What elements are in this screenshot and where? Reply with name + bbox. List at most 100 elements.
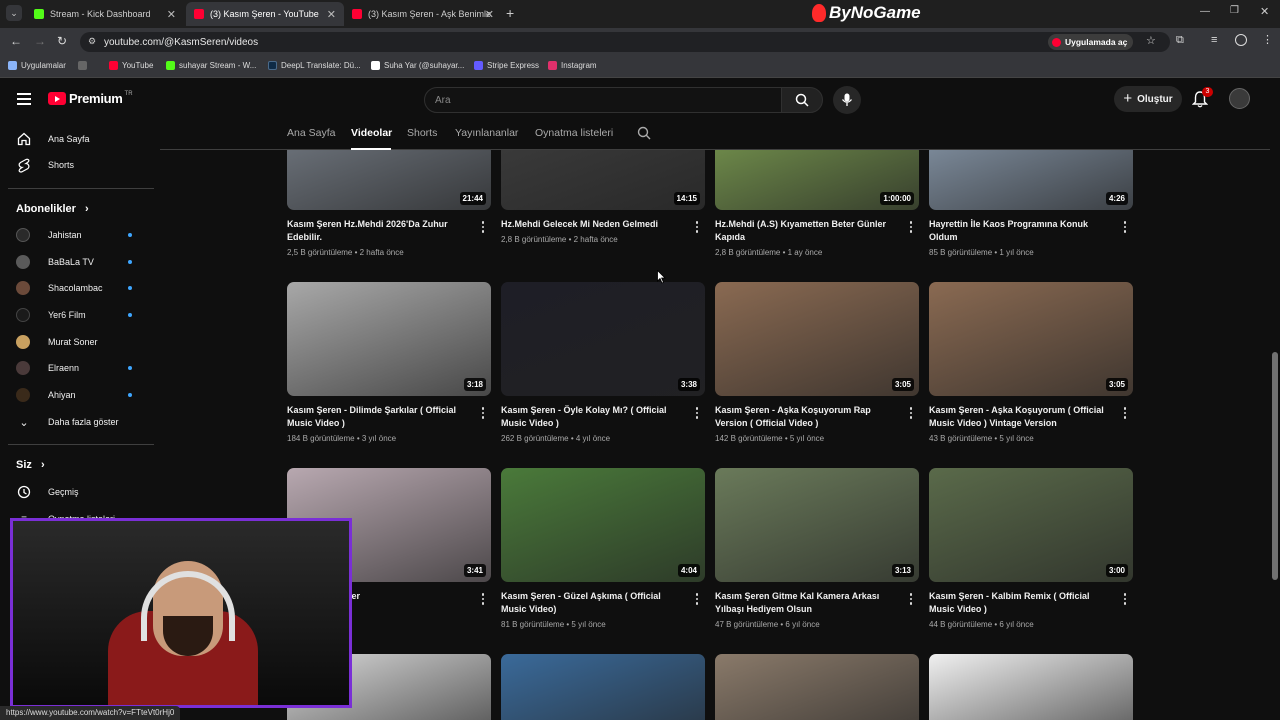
create-button[interactable]: + Oluştur (1114, 86, 1182, 112)
video-title[interactable]: Kasım Şeren - Dilimde Şarkılar ( Officia… (287, 404, 467, 430)
more-options-icon[interactable] (479, 221, 487, 233)
new-tab-button[interactable]: + (506, 5, 514, 21)
bookmark-tiktok[interactable]: Suha Yar (@suhayar... (371, 61, 464, 70)
extensions-icon[interactable]: ⧉ (1176, 34, 1184, 47)
hamburger-menu-icon[interactable] (17, 93, 31, 105)
sidebar-item-subscription[interactable]: Yer6 Film (16, 304, 146, 326)
tab-home[interactable]: Ana Sayfa (287, 127, 335, 139)
more-options-icon[interactable] (1121, 221, 1129, 233)
tab-shorts[interactable]: Shorts (407, 127, 437, 139)
close-tab-icon[interactable]: ✕ (485, 8, 494, 21)
browser-tab-youtube[interactable]: (3) Kasım Şeren - YouTube ✕ (186, 2, 344, 26)
more-options-icon[interactable] (693, 593, 701, 605)
sidebar-item-history[interactable]: Geçmiş (16, 481, 146, 503)
bookmark-grid[interactable] (78, 61, 91, 70)
tab-live[interactable]: Yayınlananlar (455, 127, 518, 139)
video-meta: 2,8 B görüntüleme • 2 hafta önce (501, 235, 618, 244)
more-options-icon[interactable] (693, 407, 701, 419)
subscriptions-header[interactable]: Abonelikler › (16, 203, 89, 215)
video-thumbnail[interactable]: 3:13 (715, 468, 919, 582)
browser-tab-youtube-2[interactable]: (3) Kasım Şeren - Aşk Benimle ✕ (344, 2, 502, 26)
channel-search-button[interactable] (637, 126, 651, 145)
sidebar-item-home[interactable]: Ana Sayfa (16, 128, 146, 150)
page-scrollbar[interactable] (1270, 120, 1280, 720)
video-title[interactable]: Kasım Şeren - Aşka Koşuyorum ( Official … (929, 404, 1109, 430)
tab-videos[interactable]: Videolar (351, 127, 392, 139)
video-title[interactable]: Kasım Şeren - Kalbim Remix ( Official Mu… (929, 590, 1109, 616)
bookmark-deepl[interactable]: DeepL Translate: Dü... (268, 61, 361, 70)
bookmark-youtube[interactable]: YouTube (109, 61, 153, 70)
more-options-icon[interactable] (1121, 593, 1129, 605)
video-thumbnail[interactable]: 3:05 (929, 282, 1133, 396)
address-bar[interactable]: ⚙ youtube.com/@KasmSeren/videos Uygulama… (80, 32, 1170, 52)
bookmark-kick[interactable]: suhayar Stream - W... (166, 61, 256, 70)
sidebar-item-subscription[interactable]: BaBaLa TV (16, 251, 146, 273)
stripe-icon (474, 61, 483, 70)
reload-icon[interactable]: ↻ (57, 34, 67, 48)
minimize-window-icon[interactable]: — (1200, 6, 1210, 17)
more-options-icon[interactable] (907, 221, 915, 233)
restore-window-icon[interactable]: ❐ (1230, 5, 1239, 16)
media-control-icon[interactable]: ≡ (1211, 34, 1217, 46)
bookmark-stripe[interactable]: Stripe Express (474, 61, 539, 70)
video-thumbnail[interactable]: 3:00 (929, 468, 1133, 582)
more-options-icon[interactable] (479, 407, 487, 419)
open-in-app-label: Uygulamada aç (1065, 37, 1128, 47)
notifications-button[interactable]: 3 (1191, 87, 1213, 113)
close-window-icon[interactable]: ✕ (1260, 5, 1269, 18)
bookmark-apps[interactable]: Uygulamalar (8, 61, 66, 70)
browser-tab-kick[interactable]: Stream - Kick Dashboard ✕ (26, 2, 184, 26)
video-title[interactable]: Kasım Şeren Hz.Mehdi 2026'Da Zuhur Edebi… (287, 218, 467, 244)
video-thumbnail[interactable]: 3:18 (287, 282, 491, 396)
site-info-icon[interactable]: ⚙ (88, 36, 96, 47)
video-thumbnail[interactable]: 3:38 (501, 282, 705, 396)
video-title[interactable]: Kasım Şeren - Güzel Aşkıma ( Official Mu… (501, 590, 681, 616)
back-icon[interactable]: ← (10, 34, 22, 48)
scrollbar-thumb[interactable] (1272, 352, 1278, 580)
video-thumbnail[interactable]: 3:05 (715, 282, 919, 396)
video-title[interactable]: Hz.Mehdi (A.S) Kıyametten Beter Günler K… (715, 218, 895, 244)
more-options-icon[interactable] (907, 593, 915, 605)
account-avatar[interactable] (1229, 88, 1250, 109)
video-title[interactable]: Kasım Şeren Gitme Kal Kamera Arkası Yılb… (715, 590, 895, 616)
more-options-icon[interactable] (479, 593, 487, 605)
close-tab-icon[interactable]: ✕ (327, 8, 336, 21)
video-title[interactable]: Hz.Mehdi Gelecek Mi Neden Gelmedi (501, 218, 681, 231)
video-thumbnail[interactable]: 4:26 (929, 150, 1133, 210)
video-thumbnail[interactable]: 21:44 (287, 150, 491, 210)
video-thumbnail[interactable] (715, 654, 919, 720)
you-header[interactable]: Siz › (16, 459, 45, 471)
sidebar-item-shorts[interactable]: Shorts (16, 154, 146, 176)
video-title[interactable]: Kasım Şeren - Öyle Kolay Mı? ( Official … (501, 404, 681, 430)
sidebar-item-subscription[interactable]: Elraenn (16, 357, 146, 379)
bookmark-instagram[interactable]: Instagram (548, 61, 597, 70)
more-options-icon[interactable] (1121, 407, 1129, 419)
tab-list-menu-button[interactable]: ⌄ (6, 5, 22, 21)
forward-icon[interactable]: → (34, 34, 46, 48)
video-thumbnail[interactable] (929, 654, 1133, 720)
open-in-app-button[interactable]: Uygulamada aç (1048, 34, 1134, 50)
sidebar-item-subscription[interactable]: Shacolambac (16, 277, 146, 299)
youtube-premium-logo[interactable]: Premium TR (48, 91, 133, 106)
sidebar-item-subscription[interactable]: Murat Soner (16, 331, 146, 353)
bynogame-logo: ByNoGame (812, 3, 921, 23)
tab-playlists[interactable]: Oynatma listeleri (535, 127, 613, 139)
show-more-button[interactable]: ⌄ Daha fazla göster (16, 411, 146, 433)
sidebar-item-subscription[interactable]: Jahistan (16, 224, 146, 246)
profile-icon[interactable] (1235, 34, 1247, 46)
voice-search-button[interactable] (833, 86, 861, 114)
video-thumbnail[interactable] (501, 654, 705, 720)
search-input[interactable]: Ara (424, 87, 782, 113)
video-thumbnail[interactable]: 14:15 (501, 150, 705, 210)
close-tab-icon[interactable]: ✕ (167, 8, 176, 21)
browser-menu-icon[interactable]: ⋮ (1262, 33, 1273, 46)
more-options-icon[interactable] (693, 221, 701, 233)
sidebar-item-subscription[interactable]: Ahiyan (16, 384, 146, 406)
video-title[interactable]: Kasım Şeren - Aşka Koşuyorum Rap Version… (715, 404, 895, 430)
more-options-icon[interactable] (907, 407, 915, 419)
video-thumbnail[interactable]: 4:04 (501, 468, 705, 582)
search-button[interactable] (781, 87, 823, 113)
bookmark-star-icon[interactable]: ☆ (1146, 34, 1156, 47)
video-thumbnail[interactable]: 1:00:00 (715, 150, 919, 210)
video-title[interactable]: Hayrettin İle Kaos Programına Konuk Oldu… (929, 218, 1109, 244)
